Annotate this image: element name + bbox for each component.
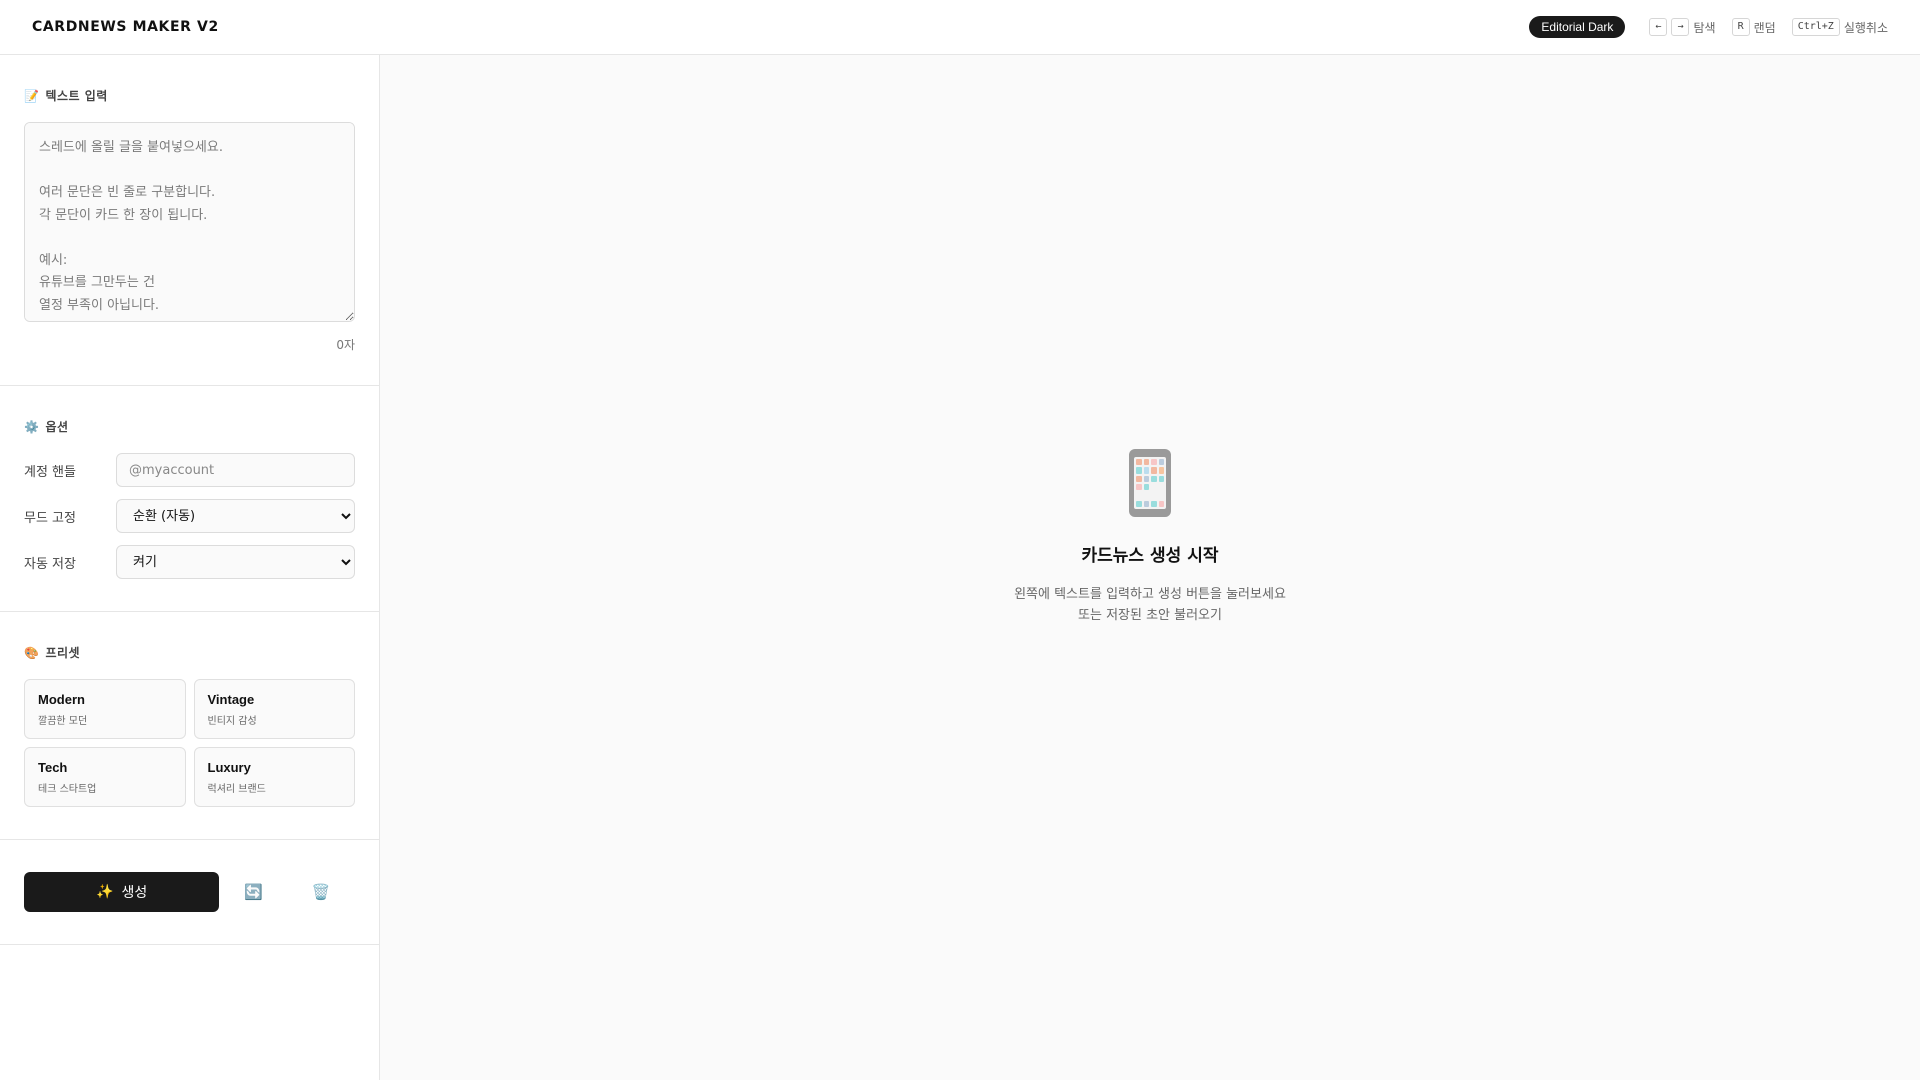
sidebar: 📝 텍스트 입력 0자 ⚙️ 옵션 계정 핸들 무드 고정 순환 (자동): [0, 55, 380, 1080]
text-input-section: 📝 텍스트 입력 0자: [0, 55, 379, 386]
delete-button[interactable]: 🗑️: [287, 872, 355, 912]
generate-button[interactable]: ✨ 생성: [24, 872, 220, 912]
load-draft-hint: 또는 저장된 초안 불러오기: [1078, 608, 1222, 623]
header-right: Editorial Dark ← → 탐색 R 랜덤 Ctrl+Z 실행취소: [1529, 16, 1888, 38]
text-input-heading: 📝 텍스트 입력: [24, 87, 355, 104]
text-input-title: 텍스트 입력: [45, 89, 108, 103]
preset-grid: Modern 깔끔한 모던 Vintage 빈티지 감성 Tech 테크 스타트…: [24, 679, 355, 807]
key-ctrl-z: Ctrl+Z: [1791, 18, 1840, 36]
sparkles-icon: ✨: [96, 884, 114, 900]
gear-icon: ⚙️: [24, 419, 40, 434]
phone-screen: [1134, 457, 1166, 509]
preset-desc: 빈티지 감성: [207, 716, 257, 727]
empty-state: 카드뉴스 생성 시작 왼쪽에 텍스트를 입력하고 생성 버튼을 눌러보세요 또는…: [1010, 449, 1290, 626]
generate-label: 생성: [121, 885, 148, 901]
preset-name: Vintage: [207, 692, 255, 707]
palette-icon: 🎨: [24, 645, 40, 660]
handle-label: 계정 핸들: [24, 464, 76, 480]
preset-desc: 럭셔리 브랜드: [207, 784, 266, 795]
app-title: CARDNEWS MAKER V2: [32, 19, 219, 35]
preset-name: Modern: [38, 692, 85, 707]
theme-badge[interactable]: Editorial Dark: [1529, 16, 1626, 38]
memo-icon: 📝: [24, 88, 40, 103]
presets-title: 프리셋: [45, 646, 81, 660]
preset-name: Luxury: [207, 760, 251, 775]
preview-area: 카드뉴스 생성 시작 왼쪽에 텍스트를 입력하고 생성 버튼을 눌러보세요 또는…: [380, 55, 1920, 1080]
presets-section: 🎨 프리셋 Modern 깔끔한 모던 Vintage 빈티지 감성 Tech …: [0, 612, 379, 840]
app-header: CARDNEWS MAKER V2 Editorial Dark ← → 탐색 …: [0, 0, 1920, 55]
shortcut-navigate-label: 탐색: [1693, 20, 1716, 35]
empty-state-title: 카드뉴스 생성 시작: [1081, 546, 1219, 566]
preset-tech[interactable]: Tech 테크 스타트업: [24, 747, 186, 807]
app-layout: 📝 텍스트 입력 0자 ⚙️ 옵션 계정 핸들 무드 고정 순환 (자동): [0, 55, 1920, 1080]
options-heading: ⚙️ 옵션: [24, 418, 355, 435]
refresh-button[interactable]: 🔄: [219, 872, 287, 912]
autosave-row: 자동 저장 켜기: [24, 545, 355, 579]
preset-modern[interactable]: Modern 깔끔한 모던: [24, 679, 186, 739]
mobile-phone-icon: [1129, 449, 1171, 517]
key-right: →: [1671, 18, 1690, 36]
mood-label: 무드 고정: [24, 510, 76, 526]
shortcut-undo: Ctrl+Z 실행취소: [1791, 18, 1888, 36]
options-section: ⚙️ 옵션 계정 핸들 무드 고정 순환 (자동) 자동 저장 켜기: [0, 386, 379, 612]
key-r: R: [1731, 18, 1750, 36]
actions-bar: ✨ 생성 🔄 🗑️: [0, 840, 379, 945]
preset-desc: 깔끔한 모던: [38, 716, 88, 727]
empty-state-description: 왼쪽에 텍스트를 입력하고 생성 버튼을 눌러보세요 또는 저장된 초안 불러오…: [1010, 584, 1290, 626]
preset-name: Tech: [38, 760, 68, 775]
presets-heading: 🎨 프리셋: [24, 644, 355, 661]
mood-row: 무드 고정 순환 (자동): [24, 499, 355, 533]
refresh-icon: 🔄: [243, 884, 263, 901]
char-count: 0자: [336, 338, 355, 352]
empty-state-line-1: 왼쪽에 텍스트를 입력하고 생성 버튼을 눌러보세요: [1014, 587, 1286, 602]
key-left: ←: [1649, 18, 1668, 36]
options-title: 옵션: [45, 420, 69, 434]
preset-luxury[interactable]: Luxury 럭셔리 브랜드: [193, 747, 355, 807]
shortcut-random-label: 랜덤: [1753, 20, 1776, 35]
handle-row: 계정 핸들: [24, 453, 355, 487]
autosave-label: 자동 저장: [24, 556, 76, 572]
preset-desc: 테크 스타트업: [38, 784, 97, 795]
shortcut-navigate: ← → 탐색: [1649, 18, 1716, 36]
autosave-select[interactable]: 켜기: [116, 545, 355, 579]
content-textarea[interactable]: [24, 122, 355, 322]
mood-select[interactable]: 순환 (자동): [116, 499, 355, 533]
shortcut-random: R 랜덤: [1731, 18, 1776, 36]
shortcut-undo-label: 실행취소: [1843, 20, 1888, 35]
trash-icon: 🗑️: [311, 884, 331, 901]
preset-vintage[interactable]: Vintage 빈티지 감성: [193, 679, 355, 739]
handle-input[interactable]: [116, 453, 355, 487]
